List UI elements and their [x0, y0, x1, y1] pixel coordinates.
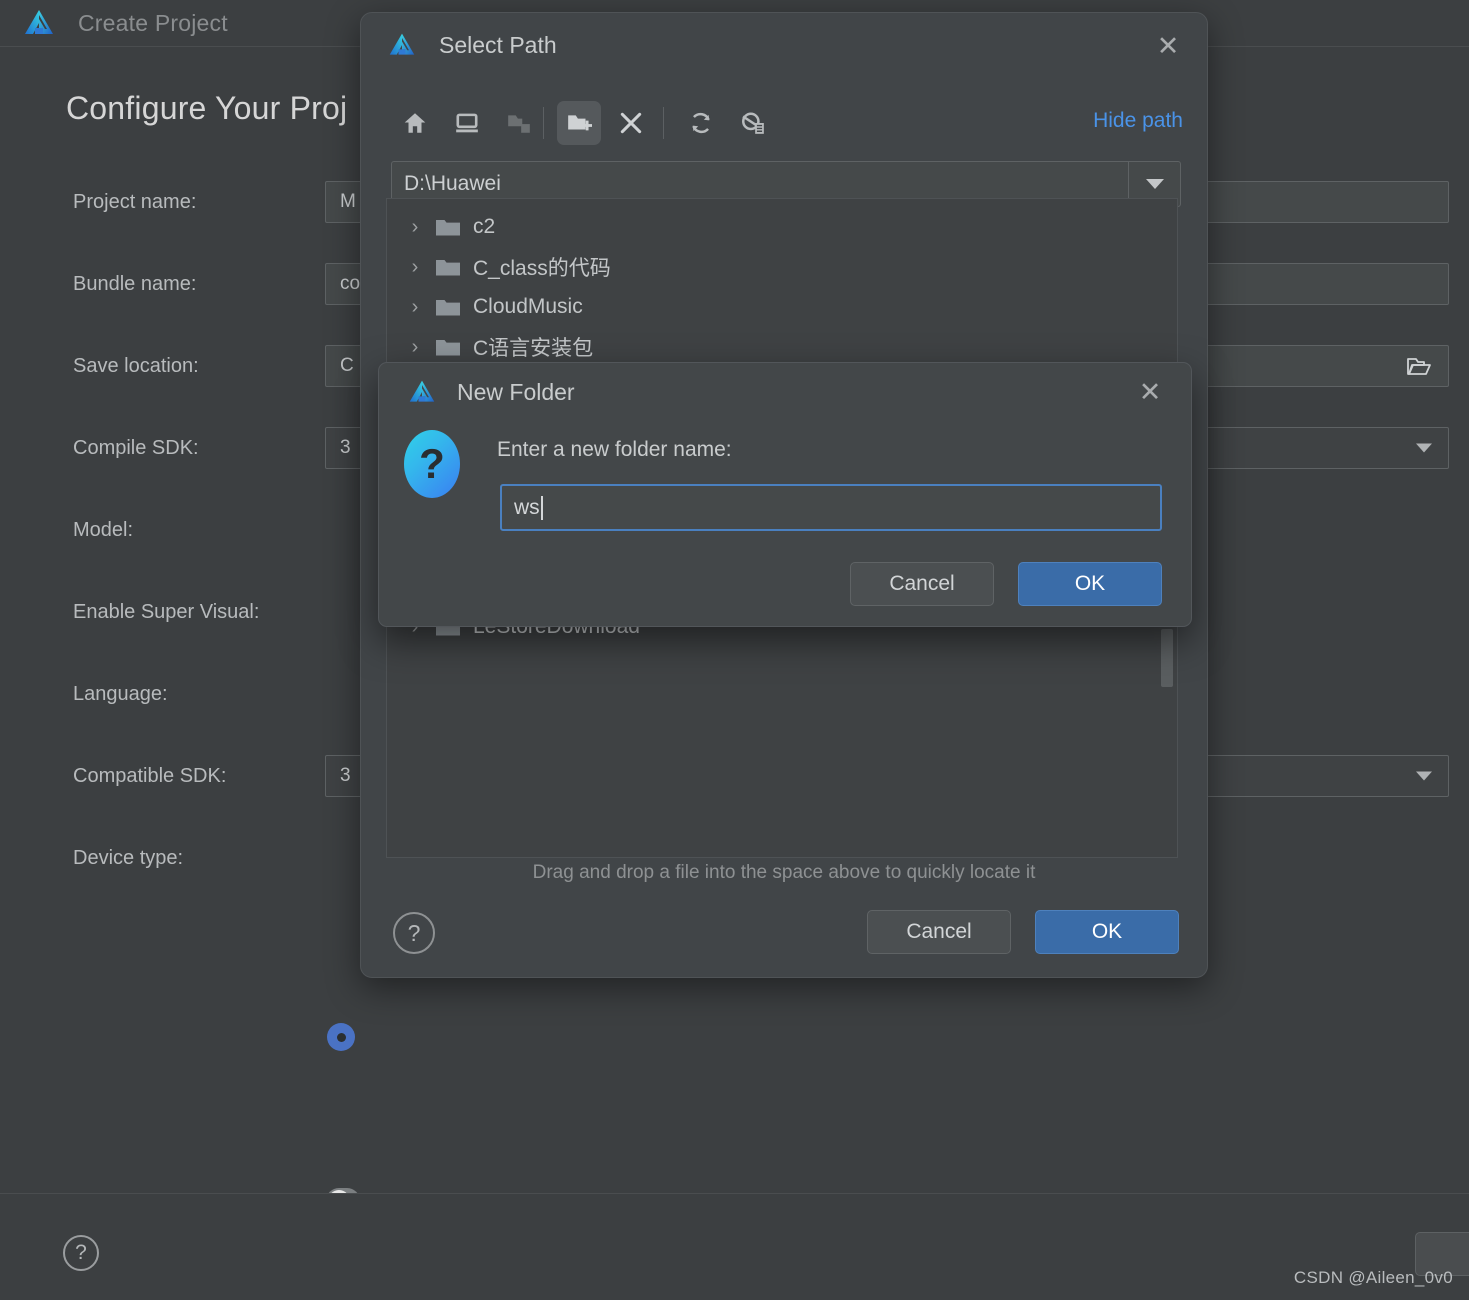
text-caret: [541, 496, 543, 520]
bundle-name-value: co: [340, 273, 360, 295]
deveco-logo-icon: [22, 7, 56, 39]
select-path-help-button[interactable]: ?: [393, 912, 435, 954]
close-icon[interactable]: ✕: [1153, 31, 1183, 61]
select-path-cancel-button[interactable]: Cancel: [867, 910, 1011, 954]
help-button[interactable]: ?: [63, 1235, 99, 1271]
label-compatible-sdk: Compatible SDK:: [73, 765, 226, 788]
chevron-right-icon[interactable]: ›: [405, 296, 425, 319]
deveco-logo-icon: [387, 31, 417, 59]
new-folder-cancel-button[interactable]: Cancel: [850, 562, 994, 606]
tree-scrollbar-thumb[interactable]: [1161, 629, 1173, 687]
new-folder-ok-button[interactable]: OK: [1018, 562, 1162, 606]
path-value: D:\Huawei: [392, 172, 501, 196]
new-folder-titlebar: New Folder ✕: [379, 363, 1191, 421]
new-folder-icon[interactable]: [557, 101, 601, 145]
new-folder-name-input[interactable]: ws: [500, 484, 1162, 531]
tree-item[interactable]: › C语言安装包: [387, 327, 1177, 367]
folder-icon: [435, 297, 461, 317]
deveco-logo-icon: [407, 378, 437, 406]
show-hidden-icon[interactable]: [731, 101, 775, 145]
label-save-location: Save location:: [73, 355, 199, 378]
select-path-toolbar: Hide path: [361, 101, 1209, 155]
label-model: Model:: [73, 519, 133, 542]
tree-item-label: CloudMusic: [473, 295, 583, 319]
main-window-title: Create Project: [78, 10, 228, 37]
refresh-icon[interactable]: [679, 101, 723, 145]
label-compile-sdk: Compile SDK:: [73, 437, 199, 460]
project-name-value: M: [340, 191, 356, 213]
desktop-icon[interactable]: [445, 101, 489, 145]
watermark: CSDN @Aileen_0v0: [1294, 1268, 1453, 1288]
page-title: Configure Your Proj: [66, 90, 347, 127]
model-radio-selected[interactable]: [327, 1023, 355, 1051]
question-mark-icon: ?: [404, 430, 460, 498]
delete-x-icon[interactable]: [609, 101, 653, 145]
folder-icon: [435, 257, 461, 277]
label-enable-super-visual: Enable Super Visual:: [73, 601, 259, 624]
tree-item-label: c2: [473, 215, 495, 239]
save-location-value: C: [340, 355, 354, 377]
toolbar-separator: [663, 107, 664, 139]
tree-item[interactable]: › CloudMusic: [387, 287, 1177, 327]
select-path-titlebar: Select Path ✕: [361, 13, 1207, 77]
chevron-right-icon[interactable]: ›: [405, 256, 425, 279]
new-folder-title: New Folder: [457, 379, 575, 406]
new-folder-name-value: ws: [514, 496, 540, 520]
label-bundle-name: Bundle name:: [73, 273, 196, 296]
drag-drop-hint: Drag and drop a file into the space abov…: [360, 862, 1208, 884]
select-path-title: Select Path: [439, 32, 557, 59]
toolbar-separator: [543, 107, 544, 139]
tree-item[interactable]: › c2: [387, 207, 1177, 247]
compile-sdk-value: 3: [340, 437, 351, 459]
hide-path-link[interactable]: Hide path: [1093, 109, 1183, 133]
tree-item-label: C语言安装包: [473, 332, 593, 362]
new-folder-prompt: Enter a new folder name:: [497, 438, 732, 462]
folder-icon: [497, 101, 541, 145]
tree-item-label: C_class的代码: [473, 252, 611, 282]
folder-icon: [435, 337, 461, 357]
chevron-right-icon[interactable]: ›: [405, 336, 425, 359]
label-device-type: Device type:: [73, 847, 183, 870]
compatible-sdk-value: 3: [340, 765, 351, 787]
select-path-ok-button[interactable]: OK: [1035, 910, 1179, 954]
folder-icon: [435, 217, 461, 237]
tree-item[interactable]: › C_class的代码: [387, 247, 1177, 287]
chevron-down-icon[interactable]: [1416, 444, 1432, 453]
label-project-name: Project name:: [73, 191, 196, 214]
chevron-right-icon[interactable]: ›: [405, 216, 425, 239]
home-icon[interactable]: [393, 101, 437, 145]
folder-open-icon[interactable]: [1406, 355, 1432, 377]
label-language: Language:: [73, 683, 168, 706]
chevron-down-icon[interactable]: [1416, 772, 1432, 781]
main-window-footer: [0, 1193, 1469, 1300]
close-icon[interactable]: ✕: [1135, 377, 1165, 407]
